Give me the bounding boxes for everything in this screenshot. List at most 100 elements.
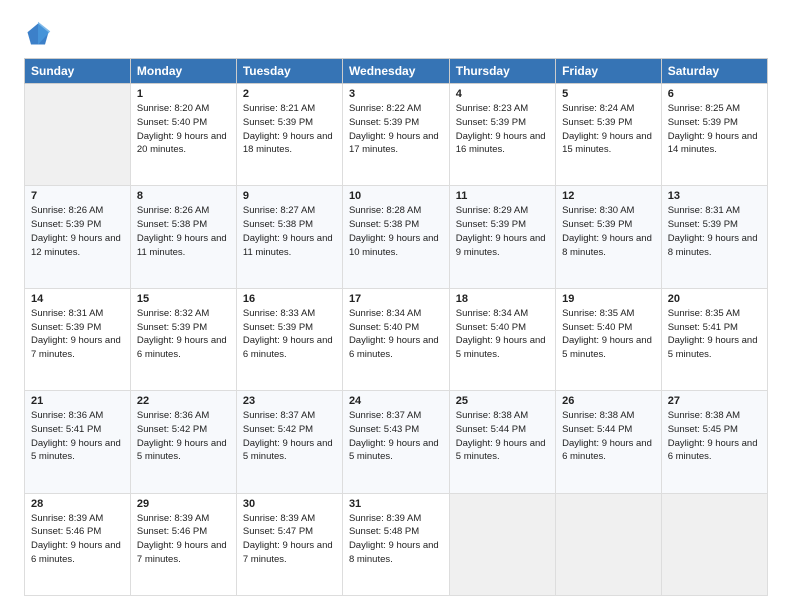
calendar-week-row: 14 Sunrise: 8:31 AMSunset: 5:39 PMDaylig…: [25, 288, 768, 390]
page: SundayMondayTuesdayWednesdayThursdayFrid…: [0, 0, 792, 612]
logo: [24, 20, 56, 48]
day-info: Sunrise: 8:34 AMSunset: 5:40 PMDaylight:…: [456, 308, 546, 360]
calendar-cell: 24 Sunrise: 8:37 AMSunset: 5:43 PMDaylig…: [342, 391, 449, 493]
day-number: 20: [668, 293, 761, 305]
calendar-week-row: 7 Sunrise: 8:26 AMSunset: 5:39 PMDayligh…: [25, 186, 768, 288]
calendar-cell: 14 Sunrise: 8:31 AMSunset: 5:39 PMDaylig…: [25, 288, 131, 390]
day-info: Sunrise: 8:32 AMSunset: 5:39 PMDaylight:…: [137, 308, 227, 360]
calendar-cell: 2 Sunrise: 8:21 AMSunset: 5:39 PMDayligh…: [236, 84, 342, 186]
day-number: 15: [137, 293, 230, 305]
calendar-cell: 11 Sunrise: 8:29 AMSunset: 5:39 PMDaylig…: [449, 186, 555, 288]
day-number: 6: [668, 88, 761, 100]
calendar-cell: 25 Sunrise: 8:38 AMSunset: 5:44 PMDaylig…: [449, 391, 555, 493]
day-number: 30: [243, 498, 336, 510]
day-info: Sunrise: 8:37 AMSunset: 5:42 PMDaylight:…: [243, 410, 333, 462]
weekday-header-sunday: Sunday: [25, 59, 131, 84]
weekday-header-saturday: Saturday: [661, 59, 767, 84]
day-info: Sunrise: 8:26 AMSunset: 5:38 PMDaylight:…: [137, 205, 227, 257]
day-info: Sunrise: 8:23 AMSunset: 5:39 PMDaylight:…: [456, 103, 546, 155]
day-info: Sunrise: 8:30 AMSunset: 5:39 PMDaylight:…: [562, 205, 652, 257]
day-info: Sunrise: 8:21 AMSunset: 5:39 PMDaylight:…: [243, 103, 333, 155]
day-number: 21: [31, 395, 124, 407]
calendar-cell: 28 Sunrise: 8:39 AMSunset: 5:46 PMDaylig…: [25, 493, 131, 595]
day-info: Sunrise: 8:33 AMSunset: 5:39 PMDaylight:…: [243, 308, 333, 360]
day-info: Sunrise: 8:27 AMSunset: 5:38 PMDaylight:…: [243, 205, 333, 257]
day-number: 16: [243, 293, 336, 305]
day-number: 18: [456, 293, 549, 305]
day-info: Sunrise: 8:28 AMSunset: 5:38 PMDaylight:…: [349, 205, 439, 257]
weekday-header-row: SundayMondayTuesdayWednesdayThursdayFrid…: [25, 59, 768, 84]
calendar-cell: [25, 84, 131, 186]
calendar-cell: 12 Sunrise: 8:30 AMSunset: 5:39 PMDaylig…: [556, 186, 662, 288]
calendar-cell: 22 Sunrise: 8:36 AMSunset: 5:42 PMDaylig…: [130, 391, 236, 493]
day-number: 26: [562, 395, 655, 407]
day-info: Sunrise: 8:22 AMSunset: 5:39 PMDaylight:…: [349, 103, 439, 155]
calendar-cell: 10 Sunrise: 8:28 AMSunset: 5:38 PMDaylig…: [342, 186, 449, 288]
calendar-week-row: 28 Sunrise: 8:39 AMSunset: 5:46 PMDaylig…: [25, 493, 768, 595]
day-info: Sunrise: 8:38 AMSunset: 5:44 PMDaylight:…: [456, 410, 546, 462]
calendar-week-row: 21 Sunrise: 8:36 AMSunset: 5:41 PMDaylig…: [25, 391, 768, 493]
calendar-week-row: 1 Sunrise: 8:20 AMSunset: 5:40 PMDayligh…: [25, 84, 768, 186]
calendar-cell: 27 Sunrise: 8:38 AMSunset: 5:45 PMDaylig…: [661, 391, 767, 493]
calendar-cell: [556, 493, 662, 595]
day-info: Sunrise: 8:31 AMSunset: 5:39 PMDaylight:…: [668, 205, 758, 257]
calendar-cell: 13 Sunrise: 8:31 AMSunset: 5:39 PMDaylig…: [661, 186, 767, 288]
day-number: 1: [137, 88, 230, 100]
day-number: 4: [456, 88, 549, 100]
day-number: 31: [349, 498, 443, 510]
day-number: 9: [243, 190, 336, 202]
day-number: 27: [668, 395, 761, 407]
calendar-cell: 21 Sunrise: 8:36 AMSunset: 5:41 PMDaylig…: [25, 391, 131, 493]
day-info: Sunrise: 8:39 AMSunset: 5:46 PMDaylight:…: [31, 513, 121, 565]
day-info: Sunrise: 8:36 AMSunset: 5:42 PMDaylight:…: [137, 410, 227, 462]
calendar-cell: 30 Sunrise: 8:39 AMSunset: 5:47 PMDaylig…: [236, 493, 342, 595]
day-number: 24: [349, 395, 443, 407]
day-number: 17: [349, 293, 443, 305]
calendar-cell: [661, 493, 767, 595]
calendar-cell: 5 Sunrise: 8:24 AMSunset: 5:39 PMDayligh…: [556, 84, 662, 186]
day-number: 5: [562, 88, 655, 100]
day-number: 7: [31, 190, 124, 202]
day-info: Sunrise: 8:36 AMSunset: 5:41 PMDaylight:…: [31, 410, 121, 462]
weekday-header-monday: Monday: [130, 59, 236, 84]
day-number: 2: [243, 88, 336, 100]
day-number: 8: [137, 190, 230, 202]
calendar-cell: 1 Sunrise: 8:20 AMSunset: 5:40 PMDayligh…: [130, 84, 236, 186]
day-info: Sunrise: 8:25 AMSunset: 5:39 PMDaylight:…: [668, 103, 758, 155]
day-number: 3: [349, 88, 443, 100]
calendar-cell: 26 Sunrise: 8:38 AMSunset: 5:44 PMDaylig…: [556, 391, 662, 493]
day-info: Sunrise: 8:29 AMSunset: 5:39 PMDaylight:…: [456, 205, 546, 257]
day-info: Sunrise: 8:38 AMSunset: 5:44 PMDaylight:…: [562, 410, 652, 462]
calendar-cell: 16 Sunrise: 8:33 AMSunset: 5:39 PMDaylig…: [236, 288, 342, 390]
day-info: Sunrise: 8:20 AMSunset: 5:40 PMDaylight:…: [137, 103, 227, 155]
weekday-header-wednesday: Wednesday: [342, 59, 449, 84]
day-info: Sunrise: 8:39 AMSunset: 5:47 PMDaylight:…: [243, 513, 333, 565]
day-info: Sunrise: 8:24 AMSunset: 5:39 PMDaylight:…: [562, 103, 652, 155]
logo-icon: [24, 20, 52, 48]
day-number: 10: [349, 190, 443, 202]
calendar-cell: 23 Sunrise: 8:37 AMSunset: 5:42 PMDaylig…: [236, 391, 342, 493]
weekday-header-thursday: Thursday: [449, 59, 555, 84]
header: [24, 20, 768, 48]
day-number: 22: [137, 395, 230, 407]
day-number: 14: [31, 293, 124, 305]
calendar-cell: 9 Sunrise: 8:27 AMSunset: 5:38 PMDayligh…: [236, 186, 342, 288]
day-number: 29: [137, 498, 230, 510]
day-number: 19: [562, 293, 655, 305]
day-number: 13: [668, 190, 761, 202]
calendar-cell: 6 Sunrise: 8:25 AMSunset: 5:39 PMDayligh…: [661, 84, 767, 186]
calendar-cell: 15 Sunrise: 8:32 AMSunset: 5:39 PMDaylig…: [130, 288, 236, 390]
calendar-cell: 19 Sunrise: 8:35 AMSunset: 5:40 PMDaylig…: [556, 288, 662, 390]
day-number: 25: [456, 395, 549, 407]
day-info: Sunrise: 8:38 AMSunset: 5:45 PMDaylight:…: [668, 410, 758, 462]
calendar-cell: 20 Sunrise: 8:35 AMSunset: 5:41 PMDaylig…: [661, 288, 767, 390]
day-info: Sunrise: 8:35 AMSunset: 5:41 PMDaylight:…: [668, 308, 758, 360]
day-number: 28: [31, 498, 124, 510]
calendar-cell: 17 Sunrise: 8:34 AMSunset: 5:40 PMDaylig…: [342, 288, 449, 390]
day-number: 23: [243, 395, 336, 407]
weekday-header-tuesday: Tuesday: [236, 59, 342, 84]
calendar-cell: 31 Sunrise: 8:39 AMSunset: 5:48 PMDaylig…: [342, 493, 449, 595]
calendar-cell: 3 Sunrise: 8:22 AMSunset: 5:39 PMDayligh…: [342, 84, 449, 186]
calendar-cell: 7 Sunrise: 8:26 AMSunset: 5:39 PMDayligh…: [25, 186, 131, 288]
calendar-table: SundayMondayTuesdayWednesdayThursdayFrid…: [24, 58, 768, 596]
